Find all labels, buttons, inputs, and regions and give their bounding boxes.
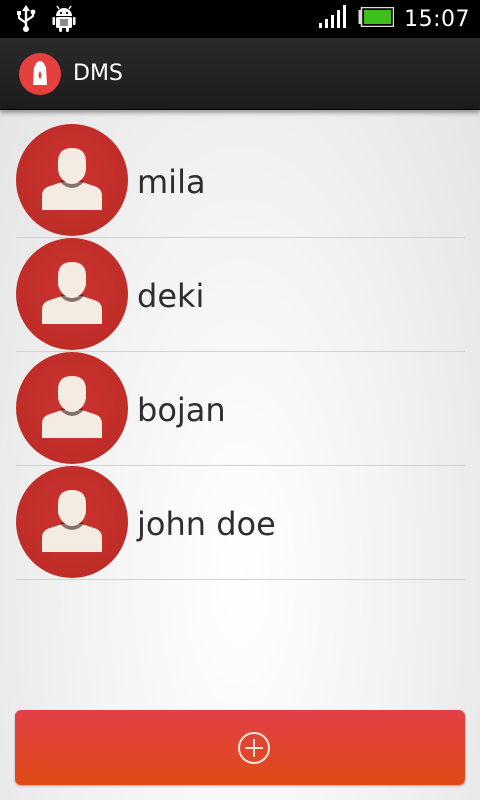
user-name: mila — [137, 163, 206, 201]
list-divider — [16, 579, 465, 580]
app-logo-icon[interactable] — [19, 53, 61, 95]
status-bar: 15:07 — [0, 0, 480, 38]
system-icons: 15:07 — [318, 0, 470, 38]
usb-icon — [14, 5, 38, 37]
avatar-person-icon — [16, 466, 128, 578]
list-item[interactable]: john doe — [0, 466, 480, 580]
signal-icon — [318, 5, 348, 33]
list-item[interactable]: mila — [0, 124, 480, 238]
app-title: DMS — [73, 61, 123, 86]
battery-icon — [358, 6, 395, 31]
action-bar: DMS — [0, 38, 480, 110]
avatar-person-icon — [16, 238, 128, 350]
plus-circle-icon — [238, 732, 270, 764]
user-list: mila deki bojan john doe — [0, 124, 480, 580]
user-name: john doe — [137, 505, 276, 543]
list-item[interactable]: deki — [0, 238, 480, 352]
avatar-person-icon — [16, 124, 128, 236]
notification-icons — [14, 5, 76, 37]
avatar-person-icon — [16, 352, 128, 464]
clock: 15:07 — [404, 6, 470, 32]
add-user-button[interactable] — [15, 710, 465, 785]
user-name: deki — [137, 277, 205, 315]
user-name: bojan — [137, 391, 226, 429]
list-item[interactable]: bojan — [0, 352, 480, 466]
android-debug-icon — [52, 5, 76, 37]
